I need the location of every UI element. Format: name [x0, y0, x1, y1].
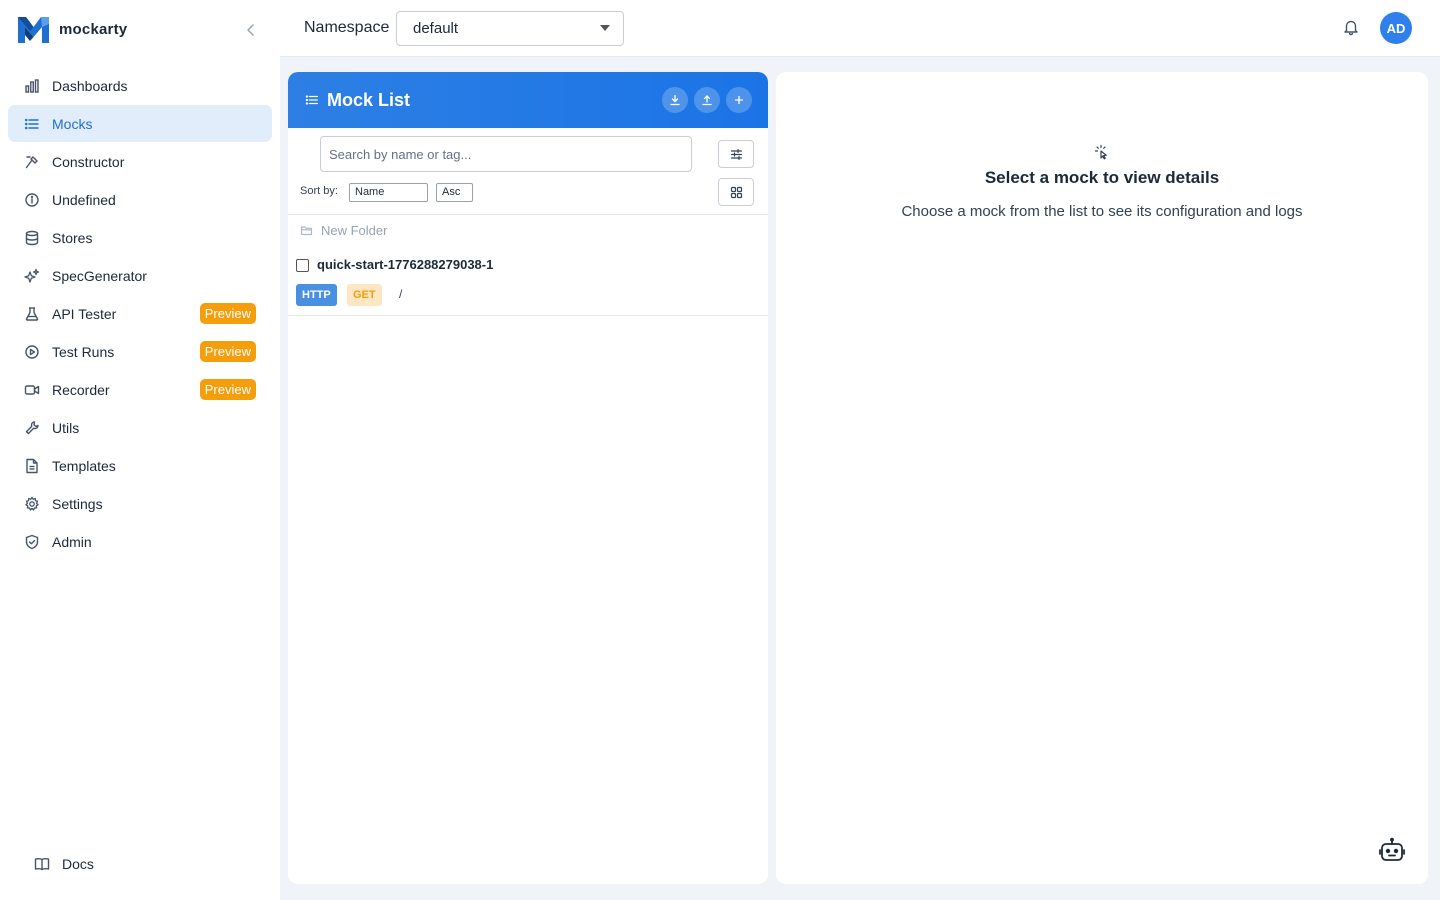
sidebar-item-admin[interactable]: Admin [8, 523, 272, 560]
app-name: mockarty [59, 20, 128, 38]
pointer-click-icon [1094, 144, 1107, 160]
mockarty-logo-icon [18, 17, 49, 43]
mock-name: quick-start-1776288279038-1 [317, 257, 494, 272]
brand[interactable]: mockarty [18, 15, 127, 43]
mock-list-title: Mock List [327, 89, 411, 110]
mock-list-panel: Mock List Sort by: Name Asc New Folder q… [288, 72, 768, 884]
sidebar-item-label: Test Runs [52, 343, 115, 360]
mock-checkbox[interactable] [296, 259, 309, 272]
database-icon [25, 230, 39, 245]
grid-view-button[interactable] [718, 178, 754, 206]
sidebar-item-templates[interactable]: Templates [8, 447, 272, 484]
namespace-label: Namespace [304, 19, 390, 36]
sidebar-item-label: Recorder [52, 381, 110, 398]
sidebar-item-utils[interactable]: Utils [8, 409, 272, 446]
upload-button[interactable] [694, 87, 720, 113]
user-avatar[interactable]: AD [1380, 12, 1412, 44]
file-text-icon [26, 458, 38, 473]
mock-list-header: Mock List [288, 72, 768, 128]
plus-icon [734, 95, 744, 105]
download-button[interactable] [662, 87, 688, 113]
gear-icon [24, 495, 40, 511]
sidebar-item-label: SpecGenerator [52, 267, 147, 284]
sliders-icon [730, 148, 742, 160]
sidebar-item-label: API Tester [52, 305, 117, 322]
docs-link[interactable]: Docs [34, 856, 94, 872]
folder-icon [300, 226, 313, 236]
preview-badge: Preview [199, 303, 256, 324]
mock-details-panel: Select a mock to view details Choose a m… [776, 72, 1428, 884]
video-icon [24, 384, 40, 395]
shield-icon [25, 534, 39, 549]
sidebar-item-recorder[interactable]: Recorder Preview [8, 371, 272, 408]
upload-icon [702, 95, 712, 106]
details-subtitle: Choose a mock from the list to see its c… [901, 203, 1303, 220]
divider [288, 214, 768, 215]
protocol-badge: HTTP [296, 284, 337, 306]
robot-assistant-icon[interactable] [1378, 837, 1406, 865]
bell-icon[interactable] [1342, 18, 1360, 36]
sidebar-item-label: Undefined [52, 191, 116, 208]
play-circle-icon [25, 344, 39, 359]
caret-down-icon [600, 25, 610, 31]
hammer-icon [25, 155, 38, 168]
wrench-icon [25, 420, 39, 434]
bar-chart-icon [25, 78, 39, 93]
sidebar-item-label: Admin [52, 533, 92, 550]
details-title: Select a mock to view details [984, 168, 1220, 187]
list-icon [24, 118, 39, 129]
sidebar-item-label: Constructor [52, 153, 125, 170]
sort-label: Sort by: [300, 185, 338, 197]
sidebar-item-stores[interactable]: Stores [8, 219, 272, 256]
preview-badge: Preview [199, 341, 256, 362]
filter-button[interactable] [718, 140, 754, 168]
sidebar-item-label: Mocks [52, 115, 93, 132]
new-folder-row[interactable]: New Folder [300, 223, 387, 238]
info-circle-icon [25, 192, 39, 207]
sidebar-item-label: Utils [52, 419, 80, 436]
sidebar-item-settings[interactable]: Settings [8, 485, 272, 522]
book-icon [34, 857, 50, 871]
collapse-sidebar-icon[interactable] [243, 22, 259, 38]
sidebar-item-test-runs[interactable]: Test Runs Preview [8, 333, 272, 370]
sparkles-icon [24, 268, 40, 283]
search-input[interactable] [320, 136, 692, 172]
sidebar-nav: Dashboards Mocks Constructor Undefined S… [8, 67, 272, 561]
sidebar-item-undefined[interactable]: Undefined [8, 181, 272, 218]
sort-field-select[interactable]: Name [349, 183, 428, 202]
sidebar-item-api-tester[interactable]: API Tester Preview [8, 295, 272, 332]
sidebar-item-specgenerator[interactable]: SpecGenerator [8, 257, 272, 294]
sidebar-item-label: Dashboards [52, 77, 128, 94]
method-badge: GET [347, 284, 382, 306]
sidebar-item-constructor[interactable]: Constructor [8, 143, 272, 180]
namespace-select[interactable]: default [396, 11, 624, 46]
namespace-value: default [413, 20, 459, 37]
download-icon [670, 94, 680, 106]
sort-order-select[interactable]: Asc [436, 183, 473, 202]
sidebar-item-label: Templates [52, 457, 116, 474]
new-folder-label: New Folder [321, 223, 388, 238]
list-item[interactable]: quick-start-1776288279038-1 HTTP GET / [288, 252, 768, 316]
sidebar: mockarty Dashboards Mocks Constructor Un… [0, 0, 280, 900]
sidebar-item-label: Settings [52, 495, 103, 512]
flask-icon [25, 306, 39, 321]
mock-path: / [399, 287, 403, 301]
sidebar-item-dashboards[interactable]: Dashboards [8, 67, 272, 104]
preview-badge: Preview [199, 379, 256, 400]
list-icon [305, 95, 318, 105]
divider [288, 315, 768, 316]
topbar: Namespace default AD [280, 0, 1440, 57]
sidebar-item-label: Stores [52, 229, 93, 246]
docs-label: Docs [62, 856, 94, 872]
sidebar-item-mocks[interactable]: Mocks [8, 105, 272, 142]
grid-icon [730, 186, 742, 198]
add-mock-button[interactable] [726, 87, 752, 113]
